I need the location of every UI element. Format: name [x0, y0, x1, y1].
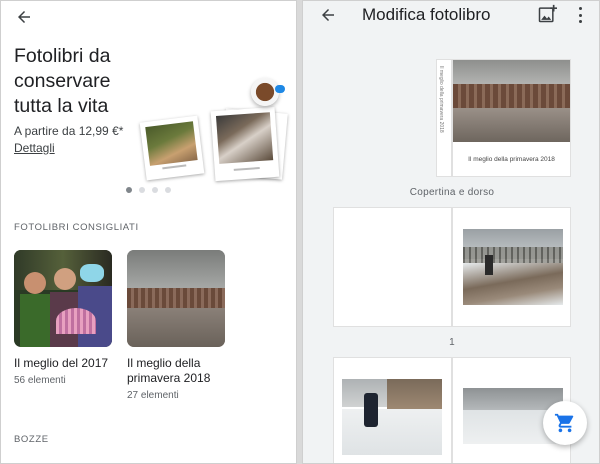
- page-left-photo[interactable]: [334, 358, 451, 463]
- book-cover[interactable]: Il meglio della primavera 2018: [453, 60, 570, 176]
- recommended-section-label: FOTOLIBRI CONSIGLIATI: [14, 222, 139, 233]
- app-bar: Modifica fotolibro: [303, 1, 599, 29]
- more-options-button[interactable]: [573, 5, 587, 25]
- cover-photo: [453, 60, 570, 142]
- album-card[interactable]: Il meglio della primavera 2018 27 elemen…: [127, 250, 225, 401]
- album-card[interactable]: Il meglio del 2017 56 elementi: [14, 250, 112, 386]
- album-title: Il meglio del 2017: [14, 356, 109, 370]
- add-photo-icon: [538, 4, 557, 23]
- spine-text: Il meglio della primavera 2018: [438, 66, 444, 133]
- hero-price: A partire da 12,99 €*: [14, 124, 124, 138]
- carousel-dot[interactable]: [152, 187, 158, 193]
- arrow-back-icon: [18, 11, 30, 23]
- album-count: 56 elementi: [14, 375, 66, 386]
- page-photo: [463, 229, 563, 305]
- details-link[interactable]: Dettagli: [14, 141, 55, 155]
- spread-number: 1: [449, 337, 455, 348]
- drafts-section-label: BOZZE: [14, 434, 49, 445]
- page-photo: [342, 379, 442, 455]
- album-count: 27 elementi: [127, 390, 179, 401]
- back-button[interactable]: [12, 5, 36, 29]
- hero-photo-card-small: [139, 115, 205, 181]
- carousel-dot[interactable]: [139, 187, 145, 193]
- cover-caption: Il meglio della primavera 2018: [468, 156, 555, 163]
- edit-photobook-panel: Modifica fotolibro Il meglio della prima…: [302, 0, 600, 464]
- add-photo-button[interactable]: [537, 4, 557, 24]
- coffee-mug-handle: [275, 85, 285, 93]
- page-title: Modifica fotolibro: [362, 5, 491, 24]
- book-spine[interactable]: Il meglio della primavera 2018: [437, 60, 451, 176]
- coffee-mug: [251, 78, 279, 106]
- hero-photo-card-large: [210, 106, 280, 182]
- page-right-photo[interactable]: [453, 208, 570, 326]
- hero-title: Fotolibri da conservare tutta la vita: [14, 45, 111, 117]
- arrow-back-icon: [322, 9, 334, 21]
- album-thumbnail: [14, 250, 112, 347]
- cover-label: Copertina e dorso: [409, 187, 495, 198]
- cart-icon: [554, 413, 574, 433]
- page-left-blank[interactable]: [334, 208, 451, 326]
- carousel-dot[interactable]: [165, 187, 171, 193]
- carousel-indicator: [126, 187, 171, 193]
- carousel-dot[interactable]: [126, 187, 132, 193]
- photobook-store-panel: Fotolibri da conservare tutta la vita A …: [0, 0, 297, 464]
- back-button[interactable]: [316, 3, 340, 27]
- album-title: Il meglio della primavera 2018: [127, 356, 211, 385]
- order-cart-button[interactable]: [543, 401, 587, 445]
- more-vert-icon: [578, 7, 582, 10]
- album-thumbnail: [127, 250, 225, 347]
